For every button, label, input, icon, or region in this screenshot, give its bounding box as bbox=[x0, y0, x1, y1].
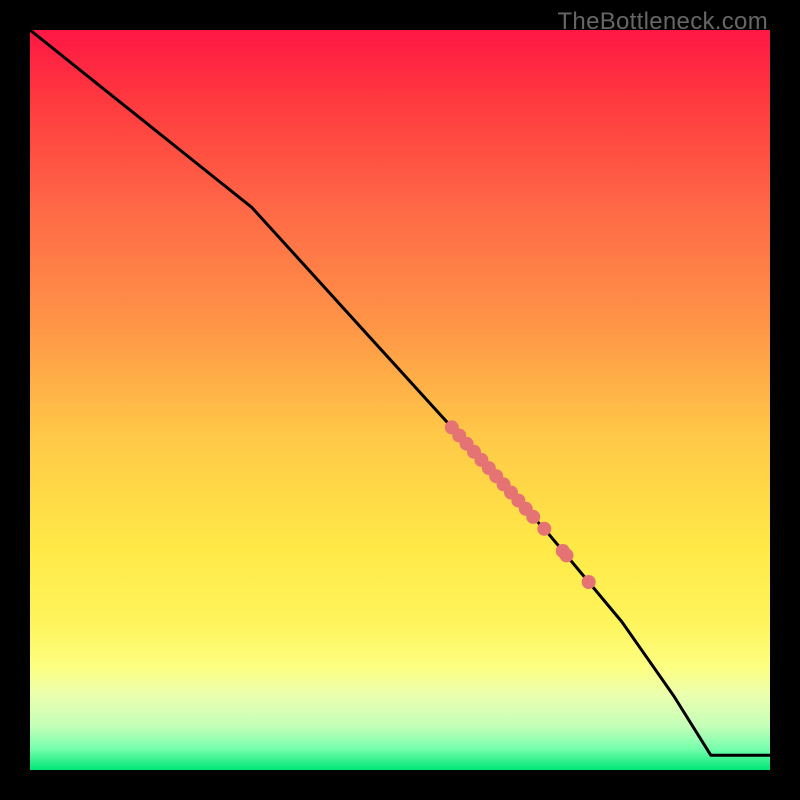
watermark-text: TheBottleneck.com bbox=[557, 8, 768, 36]
marker-dot bbox=[582, 575, 596, 589]
marker-dot bbox=[560, 548, 574, 562]
outer-frame: TheBottleneck.com bbox=[0, 0, 800, 800]
marker-dot bbox=[526, 510, 540, 524]
plot-area bbox=[30, 30, 770, 770]
chart-svg bbox=[30, 30, 770, 770]
curve-line bbox=[30, 30, 770, 755]
marker-dot bbox=[537, 522, 551, 536]
